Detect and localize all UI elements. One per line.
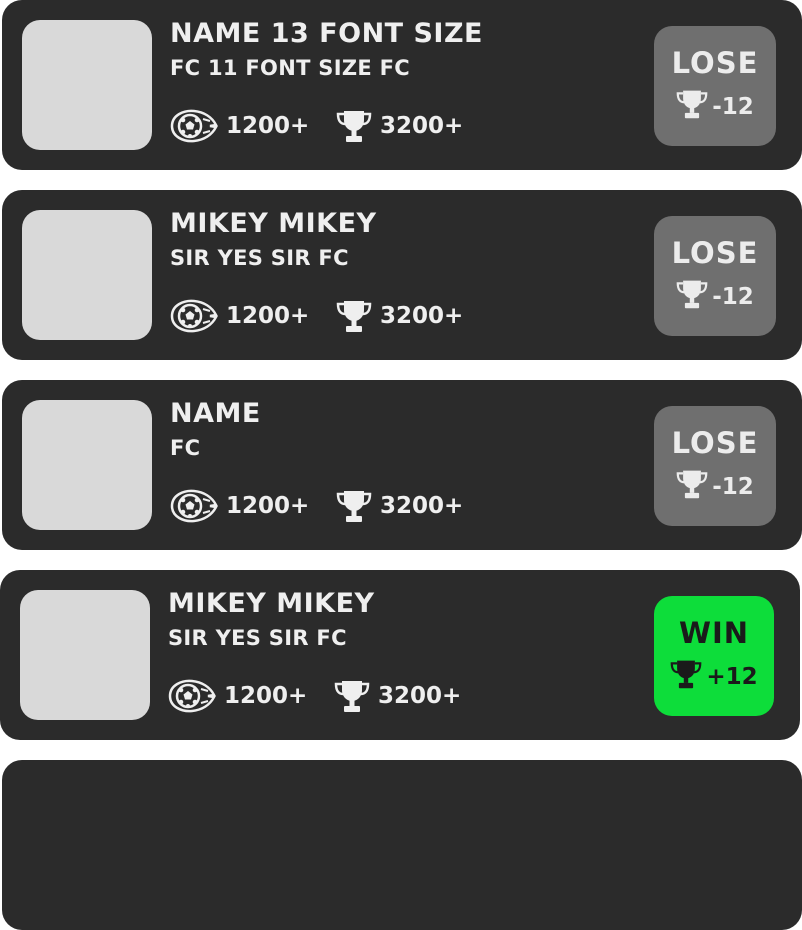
result-label: WIN <box>678 616 750 650</box>
trophy-delta-value: -12 <box>712 474 754 500</box>
result-badge: LOSE -12 <box>654 26 776 146</box>
trophy-delta-value: -12 <box>712 94 754 120</box>
trophies-stat: 3200+ <box>336 106 463 146</box>
trophy-icon <box>334 678 370 714</box>
trophy-icon <box>336 108 372 144</box>
opponent-club: SIR YES SIR FC <box>170 246 349 270</box>
trophy-icon <box>336 488 372 524</box>
rating-value: 1200+ <box>224 683 308 709</box>
trophies-value: 3200+ <box>380 493 464 519</box>
opponent-name: MIKEY MIKEY <box>168 588 375 619</box>
trophy-delta: -12 <box>676 278 754 316</box>
opponent-club: FC <box>170 436 201 460</box>
match-card[interactable]: MIKEY MIKEY SIR YES SIR FC 1200+ <box>0 570 800 740</box>
soccer-ball-icon <box>170 109 218 143</box>
rating-stat: 1200+ <box>170 106 309 146</box>
trophies-stat: 3200+ <box>336 296 463 336</box>
soccer-ball-icon <box>170 489 218 523</box>
trophy-delta-value: -12 <box>712 284 754 310</box>
rating-stat: 1200+ <box>170 296 309 336</box>
trophies-value: 3200+ <box>378 683 462 709</box>
trophies-stat: 3200+ <box>336 486 463 526</box>
trophy-delta: -12 <box>676 468 754 506</box>
opponent-avatar <box>22 20 152 150</box>
rating-value: 1200+ <box>226 113 310 139</box>
opponent-name: NAME <box>170 398 261 429</box>
trophy-icon <box>676 468 708 506</box>
match-card[interactable]: MIKEY MIKEY SIR YES SIR FC 1200+ <box>2 190 802 360</box>
trophy-delta-value: +12 <box>706 664 758 690</box>
rating-value: 1200+ <box>226 303 310 329</box>
opponent-club: SIR YES SIR FC <box>168 626 347 650</box>
result-badge: LOSE -12 <box>654 406 776 526</box>
opponent-name: MIKEY MIKEY <box>170 208 377 239</box>
trophies-value: 3200+ <box>380 113 464 139</box>
rating-value: 1200+ <box>226 493 310 519</box>
opponent-name: NAME 13 FONT SIZE <box>170 18 484 49</box>
result-label: LOSE <box>671 46 759 80</box>
trophy-icon <box>676 278 708 316</box>
trophy-icon <box>336 298 372 334</box>
opponent-club: FC 11 FONT SIZE FC <box>170 56 410 80</box>
match-card[interactable]: NAME FC 1200+ 3200+ LOSE -12 <box>2 380 802 550</box>
rating-stat: 1200+ <box>170 486 309 526</box>
trophies-value: 3200+ <box>380 303 464 329</box>
trophy-delta: +12 <box>670 658 758 696</box>
match-card[interactable]: NAME 13 FONT SIZE FC 11 FONT SIZE FC 120… <box>2 0 802 170</box>
opponent-avatar <box>22 210 152 340</box>
opponent-avatar <box>22 400 152 530</box>
trophy-delta: -12 <box>676 88 754 126</box>
trophies-stat: 3200+ <box>334 676 461 716</box>
result-badge: LOSE -12 <box>654 216 776 336</box>
result-label: LOSE <box>671 236 759 270</box>
match-card[interactable] <box>2 760 802 930</box>
soccer-ball-icon <box>168 679 216 713</box>
match-history-list: NAME 13 FONT SIZE FC 11 FONT SIZE FC 120… <box>0 0 802 930</box>
trophy-icon <box>676 88 708 126</box>
soccer-ball-icon <box>170 299 218 333</box>
trophy-icon <box>670 658 702 696</box>
result-badge: WIN +12 <box>654 596 774 716</box>
rating-stat: 1200+ <box>168 676 307 716</box>
opponent-avatar <box>20 590 150 720</box>
result-label: LOSE <box>671 426 759 460</box>
